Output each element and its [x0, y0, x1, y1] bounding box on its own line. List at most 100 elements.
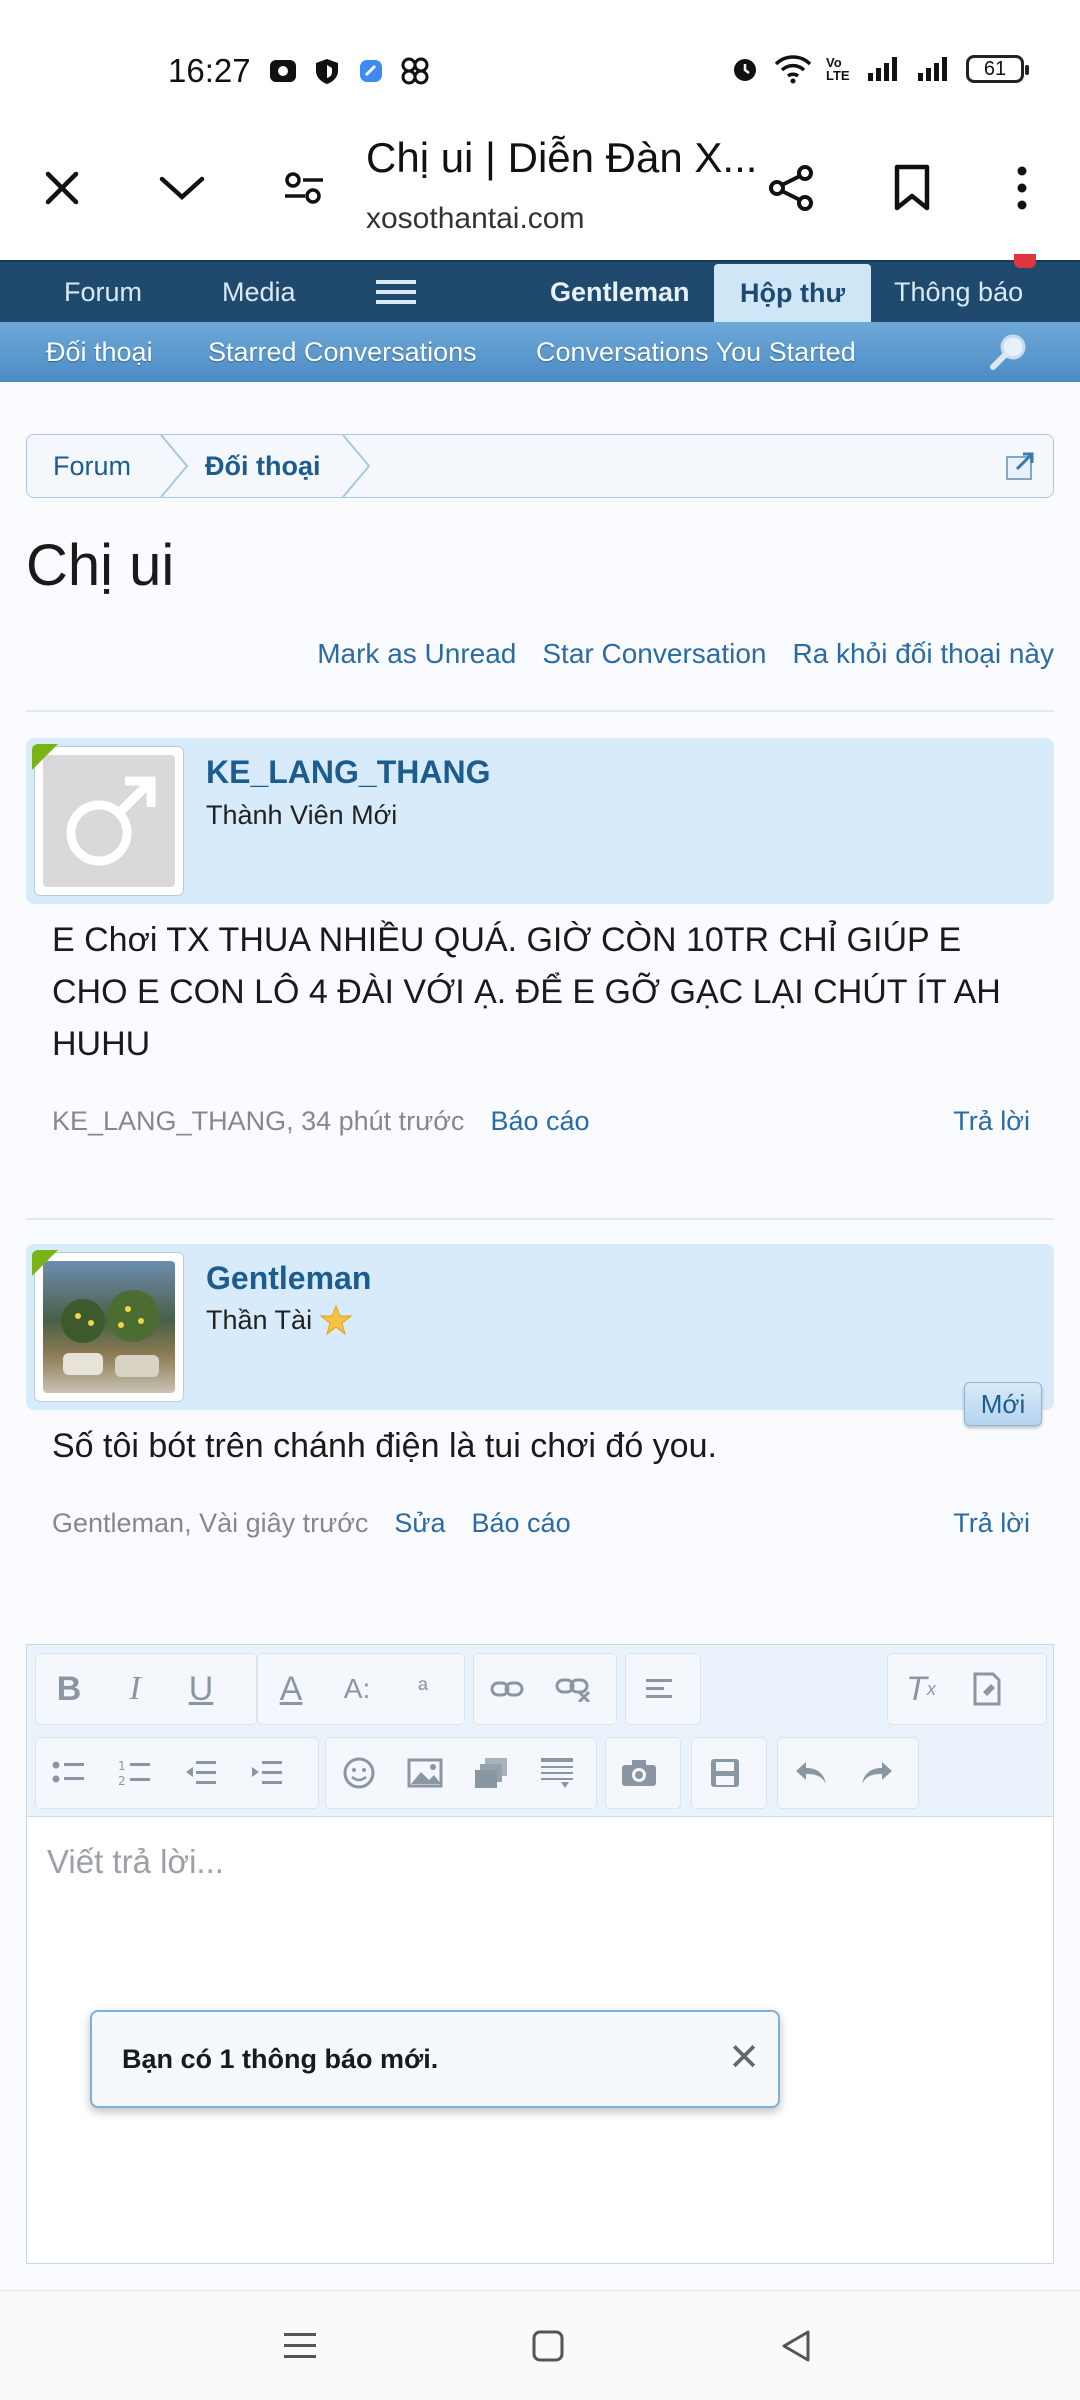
link-icon[interactable] — [474, 1654, 540, 1724]
url-text[interactable]: xosothantai.com — [366, 202, 584, 236]
toggle-editor-icon[interactable] — [954, 1654, 1020, 1724]
bullet-list-icon[interactable] — [36, 1738, 102, 1808]
page-title: Chị ui — [26, 533, 175, 598]
alarm-icon — [734, 59, 756, 81]
post-author-time[interactable]: KE_LANG_THANG, 34 phút trước — [52, 1106, 464, 1137]
redo-icon[interactable] — [844, 1738, 910, 1808]
toolbar-group-text: A A: ª — [257, 1653, 465, 1725]
menu-icon[interactable] — [270, 2321, 330, 2371]
more-options-icon[interactable] — [982, 148, 1062, 228]
status-bar: 16:27 Vo LTE 61 — [0, 0, 1080, 140]
search-icon[interactable] — [988, 322, 1030, 382]
star-conversation-link[interactable]: Star Conversation — [542, 638, 766, 670]
divider — [26, 710, 1054, 712]
italic-icon[interactable]: I — [102, 1654, 168, 1724]
font-size-icon[interactable]: A: — [324, 1654, 390, 1724]
smiley-icon[interactable] — [326, 1738, 392, 1808]
post-meta: KE_LANG_THANG, 34 phút trước Báo cáo Trả… — [52, 1106, 1030, 1137]
breadcrumb: Forum Đối thoại — [26, 434, 1054, 498]
external-link-icon[interactable] — [1005, 435, 1037, 497]
reply-link[interactable]: Trả lời — [953, 1106, 1030, 1137]
post-user-title: Thành Viên Mới — [206, 800, 398, 830]
breadcrumb-conversations[interactable]: Đối thoại — [205, 435, 321, 497]
nav-forum[interactable]: Forum — [64, 262, 142, 322]
home-icon[interactable] — [518, 2321, 578, 2371]
camera-icon[interactable] — [606, 1738, 672, 1808]
browser-toolbar: Chị ui | Diễn Đàn X... xosothantai.com — [0, 120, 1080, 260]
forum-nav: Forum Media Gentleman Hộp thư Thông báo — [0, 254, 1080, 322]
mark-unread-link[interactable]: Mark as Unread — [317, 638, 516, 670]
unlink-icon[interactable] — [540, 1654, 606, 1724]
nav-user[interactable]: Gentleman — [550, 262, 690, 322]
post-author-time[interactable]: Gentleman, Vài giây trước — [52, 1508, 368, 1539]
toolbar-group-misc: Tx — [887, 1653, 1047, 1725]
battery-icon: 61 — [966, 55, 1029, 83]
share-icon[interactable] — [752, 148, 832, 228]
indent-icon[interactable] — [234, 1738, 300, 1808]
report-link[interactable]: Báo cáo — [472, 1508, 571, 1539]
back-icon[interactable] — [766, 2321, 826, 2371]
post-meta: Gentleman, Vài giây trước Sửa Báo cáo Tr… — [52, 1508, 1030, 1539]
align-left-icon[interactable] — [626, 1654, 692, 1724]
underline-icon[interactable]: U — [168, 1654, 234, 1724]
blue-app-icon — [356, 56, 386, 86]
subnav-started[interactable]: Conversations You Started — [536, 322, 856, 382]
remove-format-icon[interactable]: Tx — [888, 1654, 954, 1724]
divider — [26, 1218, 1054, 1220]
font-family-icon[interactable]: ª — [390, 1654, 456, 1724]
male-placeholder-icon — [43, 755, 175, 887]
bold-icon[interactable]: B — [36, 1654, 102, 1724]
nav-alerts[interactable]: Thông báo — [894, 262, 1023, 322]
app-notification-icon — [268, 56, 298, 86]
media-icon[interactable] — [458, 1738, 524, 1808]
post-header: Gentleman Thần Tài — [26, 1244, 1054, 1410]
chevron-down-icon[interactable] — [142, 148, 222, 228]
svg-text:1: 1 — [118, 1759, 126, 1773]
post-username[interactable]: Gentleman — [206, 1260, 371, 1297]
undo-icon[interactable] — [778, 1738, 844, 1808]
avatar-photo — [43, 1261, 175, 1393]
text-color-icon[interactable]: A — [258, 1654, 324, 1724]
shield-icon — [312, 56, 342, 86]
post-user-title: Thần Tài — [206, 1304, 353, 1336]
leave-conversation-link[interactable]: Ra khỏi đối thoại này — [792, 638, 1054, 670]
notification-toast: Bạn có 1 thông báo mới. ✕ — [90, 2010, 780, 2108]
conversation-actions: Mark as Unread Star Conversation Ra khỏi… — [317, 638, 1054, 670]
nav-inbox[interactable]: Hộp thư — [714, 264, 872, 322]
alert-badge — [1014, 254, 1036, 268]
toolbar-group-lists: 12 — [35, 1737, 319, 1809]
post-message: Số tôi bót trên chánh điện là tui chơi đ… — [52, 1427, 717, 1465]
toolbar-group-history — [777, 1737, 919, 1809]
reply-link[interactable]: Trả lời — [953, 1508, 1030, 1539]
post-username[interactable]: KE_LANG_THANG — [206, 754, 490, 791]
star-icon — [320, 1304, 353, 1336]
quote-icon[interactable] — [524, 1738, 590, 1808]
close-icon[interactable]: ✕ — [728, 2038, 760, 2078]
toolbar-group-align — [625, 1653, 701, 1725]
signal-icon-2 — [918, 57, 947, 81]
toolbar-group-save — [691, 1737, 767, 1809]
hamburger-menu-icon[interactable] — [374, 262, 418, 322]
online-indicator — [32, 744, 58, 770]
volte-label: Vo LTE — [826, 55, 850, 83]
close-tab-icon[interactable] — [22, 148, 102, 228]
image-icon[interactable] — [392, 1738, 458, 1808]
bookmark-icon[interactable] — [872, 148, 952, 228]
post-message: E Chơi TX THUA NHIỀU QUÁ. GIỜ CÒN 10TR C… — [52, 921, 1001, 1063]
reply-textarea[interactable]: Viết trả lời... — [47, 1843, 224, 1881]
site-settings-icon[interactable] — [264, 148, 344, 228]
toolbar-group-format: B I U — [35, 1653, 257, 1725]
edit-link[interactable]: Sửa — [394, 1508, 445, 1539]
numbered-list-icon[interactable]: 12 — [102, 1738, 168, 1808]
online-indicator — [32, 1250, 58, 1276]
nav-media[interactable]: Media — [222, 262, 296, 322]
reply-editor: B I U A A: ª Tx 1 2 Viết trả lời... — [26, 1644, 1054, 2264]
subnav-starred[interactable]: Starred Conversations — [208, 322, 477, 382]
save-draft-icon[interactable] — [692, 1738, 758, 1808]
outdent-icon[interactable] — [168, 1738, 234, 1808]
wifi-icon — [774, 55, 812, 84]
breadcrumb-forum[interactable]: Forum — [53, 435, 131, 497]
toolbar-group-camera — [605, 1737, 681, 1809]
subnav-conversations[interactable]: Đối thoại — [46, 322, 153, 382]
report-link[interactable]: Báo cáo — [490, 1106, 589, 1137]
